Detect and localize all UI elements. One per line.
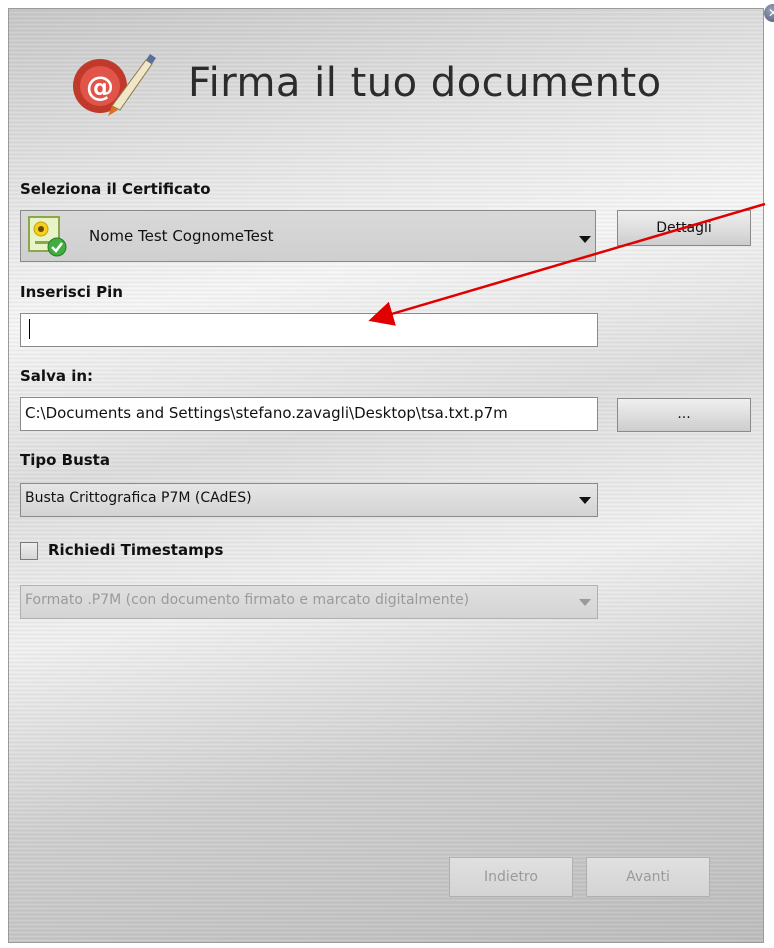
details-button[interactable]: Dettagli: [617, 210, 751, 246]
certificate-label: Seleziona il Certificato: [20, 180, 211, 198]
timestamp-label: Richiedi Timestamps: [48, 541, 224, 559]
certificate-icon: [28, 216, 67, 257]
back-button[interactable]: Indietro: [449, 857, 573, 897]
save-path-input[interactable]: C:\Documents and Settings\stefano.zavagl…: [20, 397, 598, 431]
seal-pen-icon: @: [73, 54, 156, 116]
chevron-down-icon: [579, 236, 591, 243]
dialog-title: Firma il tuo documento: [188, 60, 662, 106]
text-cursor: [29, 319, 30, 339]
timestamp-checkbox[interactable]: [20, 542, 38, 560]
certificate-selected: Nome Test CognomeTest: [89, 227, 274, 245]
save-label: Salva in:: [20, 367, 94, 385]
timestamp-format-selected: Formato .P7M (con documento firmato e ma…: [25, 592, 470, 608]
next-button[interactable]: Avanti: [586, 857, 710, 897]
browse-button[interactable]: ...: [617, 398, 751, 432]
pin-label: Inserisci Pin: [20, 283, 123, 301]
sign-dialog: ✕ @ Firma il tuo documento Seleziona il …: [8, 4, 774, 943]
chevron-down-icon: [579, 599, 591, 606]
save-path-value: C:\Documents and Settings\stefano.zavagl…: [25, 404, 508, 422]
svg-text:@: @: [86, 70, 114, 103]
close-icon[interactable]: ✕: [764, 4, 774, 22]
envelope-selected: Busta Crittografica P7M (CAdES): [25, 490, 252, 506]
timestamp-format-select[interactable]: Formato .P7M (con documento firmato e ma…: [20, 585, 598, 619]
pin-input[interactable]: [20, 313, 598, 347]
certificate-select[interactable]: Nome Test CognomeTest: [20, 210, 596, 262]
chevron-down-icon: [579, 497, 591, 504]
envelope-label: Tipo Busta: [20, 451, 110, 469]
envelope-select[interactable]: Busta Crittografica P7M (CAdES): [20, 483, 598, 517]
